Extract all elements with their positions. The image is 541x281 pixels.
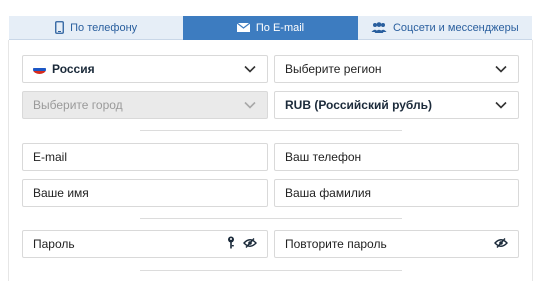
envelope-icon: [236, 23, 250, 32]
tab-social-label: Соцсети и мессенджеры: [392, 21, 519, 34]
section-divider: [140, 270, 402, 271]
phone-icon: [55, 21, 65, 34]
tab-email[interactable]: По E-mail: [183, 16, 358, 40]
city-select[interactable]: Выберите город: [22, 91, 268, 119]
phone-field[interactable]: Ваш телефон: [274, 143, 519, 171]
chevron-down-icon: [243, 98, 257, 112]
section-divider: [140, 218, 402, 219]
eye-slash-icon[interactable]: [243, 237, 257, 251]
country-select[interactable]: Россия: [22, 55, 268, 83]
tab-email-label: По E-mail: [255, 21, 305, 34]
region-select[interactable]: Выберите регион: [274, 55, 519, 83]
panel-border-right: [532, 40, 533, 281]
panel-border-left: [8, 40, 9, 281]
password-repeat-placeholder: Повторите пароль: [285, 237, 387, 251]
chevron-down-icon: [494, 98, 508, 112]
password-placeholder: Пароль: [33, 237, 75, 251]
password-field[interactable]: Пароль: [22, 230, 268, 258]
users-icon: [371, 22, 387, 33]
first-name-placeholder: Ваше имя: [33, 186, 89, 200]
chevron-down-icon: [494, 62, 508, 76]
tab-phone[interactable]: По телефону: [9, 16, 184, 40]
currency-value: RUB (Российский рубль): [285, 98, 433, 112]
chevron-down-icon: [243, 62, 257, 76]
email-placeholder: E-mail: [33, 150, 68, 164]
last-name-placeholder: Ваша фамилия: [285, 186, 372, 200]
eye-slash-icon[interactable]: [494, 237, 508, 251]
russia-flag-icon: [33, 64, 46, 74]
first-name-field[interactable]: Ваше имя: [22, 179, 268, 207]
email-field[interactable]: E-mail: [22, 143, 268, 171]
key-icon[interactable]: [227, 236, 235, 252]
country-value: Россия: [52, 62, 95, 76]
tab-social[interactable]: Соцсети и мессенджеры: [357, 16, 532, 40]
tab-phone-label: По телефону: [70, 21, 138, 34]
city-placeholder: Выберите город: [33, 98, 123, 112]
registration-method-tabs: По телефону По E-mail Соцсети и мессендж…: [9, 16, 532, 40]
phone-placeholder: Ваш телефон: [285, 150, 362, 164]
last-name-field[interactable]: Ваша фамилия: [274, 179, 519, 207]
section-divider: [140, 130, 402, 131]
password-repeat-field[interactable]: Повторите пароль: [274, 230, 519, 258]
currency-select[interactable]: RUB (Российский рубль): [274, 91, 519, 119]
region-placeholder: Выберите регион: [285, 62, 382, 76]
